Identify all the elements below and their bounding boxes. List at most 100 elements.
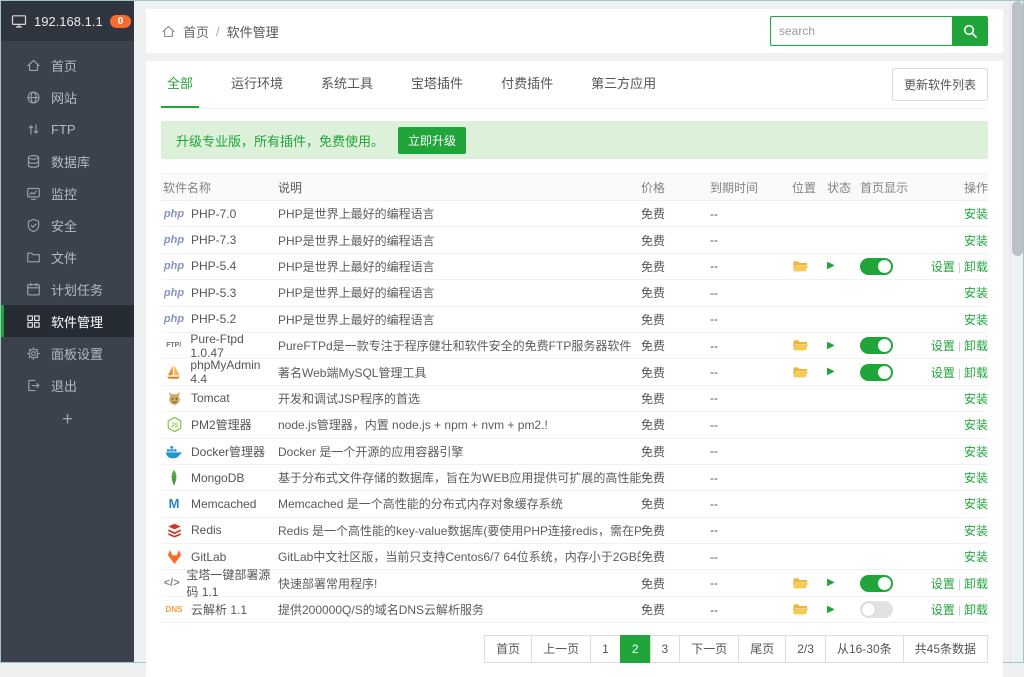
action-link[interactable]: 安装 [964,497,988,511]
software-name[interactable]: PHP-7.3 [191,233,236,247]
sidebar-item-1[interactable]: 首页 [1,49,134,81]
sidebar-item-6[interactable]: 安全 [1,209,134,241]
actions-cell: 安装 [920,469,988,486]
tab-6[interactable]: 第三方应用 [585,61,662,108]
update-software-list-button[interactable]: 更新软件列表 [892,68,988,101]
sidebar-item-8[interactable]: 计划任务 [1,273,134,305]
play-icon[interactable]: ▶ [827,605,835,615]
pagination-button[interactable]: 尾页 [738,635,786,663]
scrollbar-track[interactable] [1010,1,1023,662]
pagination-button[interactable]: 上一页 [531,635,591,663]
play-icon[interactable]: ▶ [827,367,835,377]
action-link[interactable]: 安装 [964,313,988,327]
actions-cell: 设置|卸载 [920,258,988,275]
open-folder-icon[interactable] [792,259,809,274]
software-name[interactable]: Memcached [191,497,256,511]
software-name[interactable]: PHP-5.4 [191,259,236,273]
software-name[interactable]: PM2管理器 [191,416,252,433]
table-row: MongoDB基于分布式文件存储的数据库，旨在为WEB应用提供可扩展的高性能数据… [161,465,988,491]
pagination-button[interactable]: 首页 [484,635,532,663]
action-link[interactable]: 安装 [964,524,988,538]
action-link[interactable]: 安装 [964,550,988,564]
play-icon[interactable]: ▶ [827,261,835,271]
action-link[interactable]: 安装 [964,392,988,406]
server-header[interactable]: 192.168.1.1 0 [1,1,134,41]
tab-1[interactable]: 全部 [161,61,199,108]
action-link[interactable]: 设置 [931,366,955,380]
open-folder-icon[interactable] [792,365,809,380]
open-folder-icon[interactable] [792,338,809,353]
action-link[interactable]: 卸载 [964,339,988,353]
expiry-cell: -- [710,603,792,617]
software-name-cell: Tomcat [161,390,278,407]
php-icon: php [163,287,185,299]
actions-cell: 设置|卸载 [920,601,988,618]
software-name[interactable]: MongoDB [191,471,244,485]
action-link[interactable]: 设置 [931,577,955,591]
tab-4[interactable]: 宝塔插件 [405,61,469,108]
upgrade-now-button[interactable]: 立即升级 [398,127,466,154]
pagination-button[interactable]: 2 [620,635,651,663]
home-display-toggle[interactable] [860,601,893,618]
pagination-button[interactable]: 1 [590,635,621,663]
search-input[interactable] [770,16,952,46]
sidebar-item-2[interactable]: 网站 [1,81,134,113]
sidebar-item-11[interactable]: 退出 [1,369,134,401]
home-display-toggle[interactable] [860,575,893,592]
action-link[interactable]: 安装 [964,445,988,459]
sidebar-item-5[interactable]: 监控 [1,177,134,209]
software-name[interactable]: PHP-5.3 [191,286,236,300]
add-menu-button[interactable]: + [1,401,134,439]
home-display-toggle[interactable] [860,337,893,354]
tab-5[interactable]: 付费插件 [495,61,559,108]
software-name[interactable]: Pure-Ftpd 1.0.47 [190,332,278,360]
action-link[interactable]: 卸载 [964,577,988,591]
sidebar-item-3[interactable]: FTP [1,113,134,145]
pagination-button[interactable]: 3 [650,635,681,663]
software-name[interactable]: phpMyAdmin 4.4 [190,358,278,386]
action-link[interactable]: 卸载 [964,260,988,274]
open-folder-icon[interactable] [792,576,809,591]
location-cell [792,259,827,274]
action-link[interactable]: 设置 [931,603,955,617]
sidebar-item-10[interactable]: 面板设置 [1,337,134,369]
breadcrumb: 首页 / 软件管理 [161,22,279,41]
sidebar-item-7[interactable]: 文件 [1,241,134,273]
search-button[interactable] [952,16,988,46]
home-display-toggle[interactable] [860,258,893,275]
open-folder-icon[interactable] [792,602,809,617]
software-name[interactable]: Docker管理器 [191,443,265,460]
breadcrumb-bar: 首页 / 软件管理 [146,9,1003,53]
message-count-badge[interactable]: 0 [110,15,132,28]
home-display-toggle[interactable] [860,364,893,381]
action-link[interactable]: 设置 [931,260,955,274]
sidebar-item-4[interactable]: 数据库 [1,145,134,177]
action-link[interactable]: 安装 [964,234,988,248]
software-name[interactable]: 宝塔一键部署源码 1.1 [186,566,278,600]
breadcrumb-home-link[interactable]: 首页 [183,22,209,41]
action-link[interactable]: 安装 [964,471,988,485]
action-link[interactable]: 卸载 [964,603,988,617]
software-name[interactable]: PHP-5.2 [191,312,236,326]
play-icon[interactable]: ▶ [827,341,835,351]
software-name[interactable]: 云解析 1.1 [191,601,247,618]
scrollbar-thumb[interactable] [1012,1,1023,256]
sidebar-item-9[interactable]: 软件管理 [1,305,134,337]
tab-3[interactable]: 系统工具 [315,61,379,108]
sidebar-item-label: 数据库 [51,152,90,171]
tab-2[interactable]: 运行环境 [225,61,289,108]
sidebar-item-label: 软件管理 [51,312,103,331]
action-link[interactable]: 设置 [931,339,955,353]
pagination-button[interactable]: 下一页 [679,635,739,663]
software-name[interactable]: Redis [191,523,222,537]
action-link[interactable]: 安装 [964,418,988,432]
software-name[interactable]: PHP-7.0 [191,207,236,221]
action-link[interactable]: 安装 [964,286,988,300]
software-name[interactable]: GitLab [191,550,226,564]
action-link[interactable]: 卸载 [964,366,988,380]
mongodb-icon [163,469,185,486]
action-link[interactable]: 安装 [964,207,988,221]
software-name[interactable]: Tomcat [191,391,230,405]
play-icon[interactable]: ▶ [827,578,835,588]
expiry-cell: -- [710,418,792,432]
